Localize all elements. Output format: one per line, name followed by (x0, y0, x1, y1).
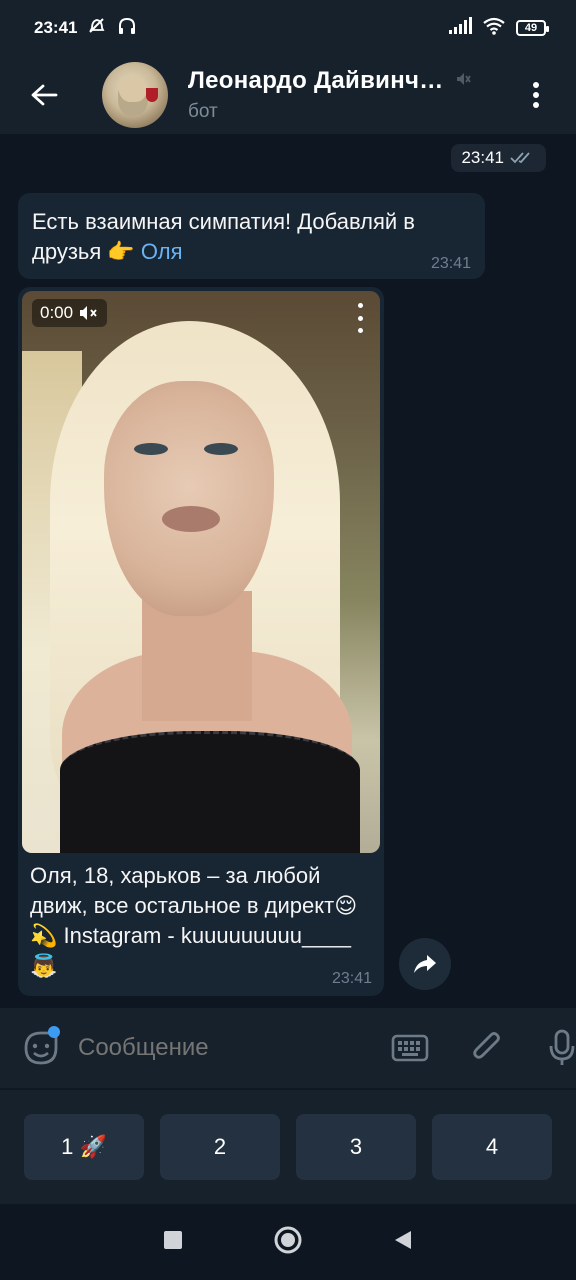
chat-area[interactable]: 23:41 Есть взаимная симпатия! Добавляй в… (0, 134, 576, 1008)
triangle-back-icon (395, 1230, 411, 1249)
video-duration: 0:00 (40, 303, 74, 322)
message-time: 23:41 (430, 255, 471, 272)
headphones-icon (117, 16, 137, 41)
system-nav-bar (0, 1204, 576, 1280)
no-disturb-icon (87, 16, 107, 41)
kebab-menu-icon (533, 82, 539, 108)
bot-button-2[interactable]: 2 (160, 1114, 280, 1180)
emoji-button[interactable] (22, 1026, 60, 1070)
bot-keyboard-toggle[interactable] (388, 1026, 432, 1070)
video-caption: Оля, 18, харьков – за любой движ, все ос… (30, 863, 358, 978)
video-message-bubble[interactable]: 0:00 Оля, 18, харьков – за любой движ, в… (18, 287, 384, 996)
keyboard-icon (391, 1034, 429, 1062)
square-icon (164, 1230, 182, 1249)
battery-level: 49 (524, 22, 538, 34)
forward-button[interactable] (399, 938, 451, 990)
chat-header: Леонардо Дайвинч… бот (0, 56, 576, 134)
home-button[interactable] (273, 1225, 303, 1260)
video-message-time: 23:41 (331, 970, 372, 987)
microphone-icon (549, 1029, 575, 1065)
video-duration-badge[interactable]: 0:00 (32, 299, 108, 327)
voice-button[interactable] (540, 1026, 576, 1070)
signal-icon (448, 16, 472, 40)
chat-avatar[interactable] (102, 62, 168, 128)
back-button[interactable] (0, 56, 88, 134)
new-badge (48, 1026, 60, 1038)
battery-icon: 49 (516, 20, 549, 36)
outgoing-message-status: 23:41 (451, 144, 546, 172)
chat-title[interactable]: Леонардо Дайвинч… (188, 67, 444, 95)
double-check-icon (510, 152, 530, 164)
attach-button[interactable] (464, 1026, 508, 1070)
message-composer (0, 1008, 576, 1088)
share-arrow-icon (414, 955, 436, 973)
more-options-button[interactable] (496, 56, 576, 134)
outgoing-time: 23:41 (461, 148, 504, 167)
message-text-body: Есть взаимная симпатия! Добавляй в друзь… (32, 209, 415, 264)
bot-keyboard: 1 🚀 2 3 4 (0, 1088, 576, 1204)
video-menu-button[interactable] (350, 303, 370, 333)
bot-button-1[interactable]: 1 🚀 (24, 1114, 144, 1180)
message-bubble[interactable]: Есть взаимная симпатия! Добавляй в друзь… (18, 193, 485, 279)
message-input[interactable] (78, 1034, 388, 1062)
profile-link[interactable]: Оля (141, 239, 183, 264)
circle-icon (274, 1226, 302, 1253)
paperclip-icon (473, 1032, 500, 1059)
recents-button[interactable] (163, 1230, 183, 1255)
chat-subtitle: бот (188, 101, 218, 122)
status-bar: 23:41 49 (0, 0, 576, 56)
wifi-icon (482, 17, 506, 40)
video-player[interactable]: 0:00 (22, 291, 380, 853)
status-time: 23:41 (34, 18, 78, 37)
bot-button-4[interactable]: 4 (432, 1114, 552, 1180)
mute-icon (80, 306, 97, 320)
message-text: Есть взаимная симпатия! Добавляй в друзь… (32, 207, 471, 267)
back-nav-button[interactable] (393, 1229, 413, 1256)
muted-icon (454, 70, 472, 93)
arrow-left-icon (31, 84, 58, 106)
bot-button-3[interactable]: 3 (296, 1114, 416, 1180)
